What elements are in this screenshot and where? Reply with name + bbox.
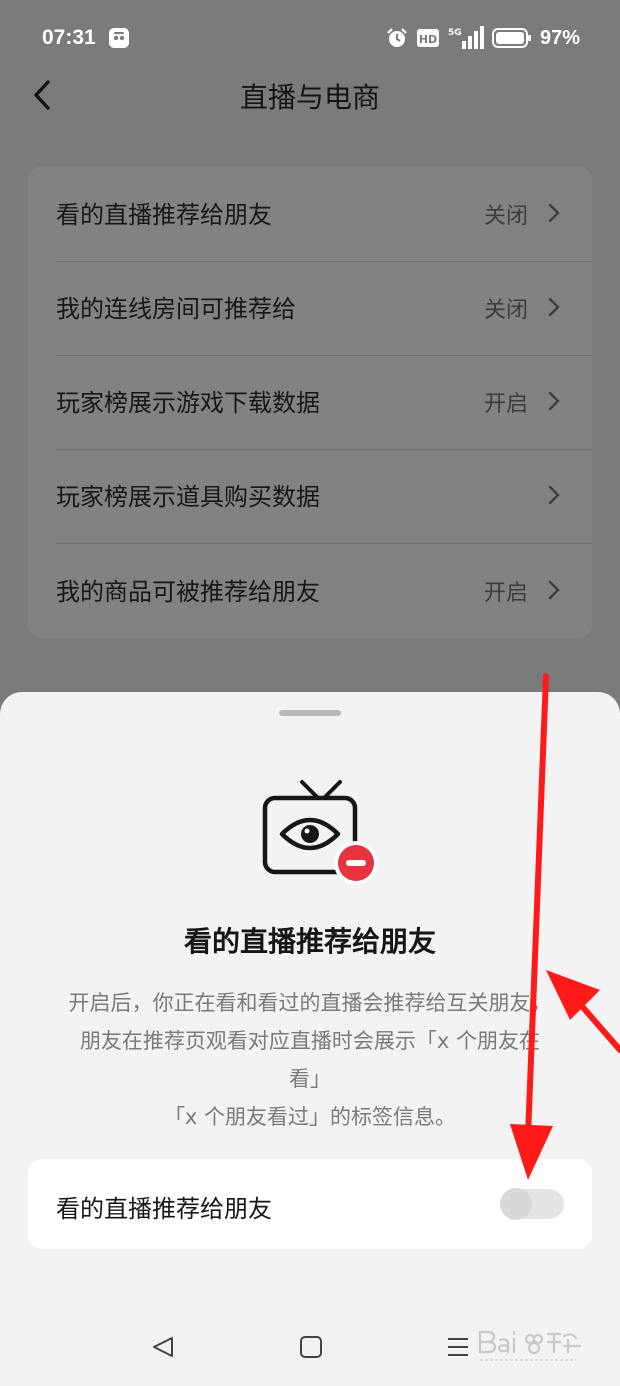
setting-row-watch-live-recommend[interactable]: 看的直播推荐给朋友 关闭 (28, 167, 592, 261)
setting-row-linked-room[interactable]: 我的连线房间可推荐给 关闭 (28, 261, 592, 355)
setting-row-game-download-data[interactable]: 玩家榜展示游戏下载数据 开启 (28, 355, 592, 449)
description-line: 看」 (289, 1067, 331, 1091)
sheet-title: 看的直播推荐给朋友 (183, 925, 436, 958)
toggle-label: 看的直播推荐给朋友 (56, 1195, 272, 1223)
battery-icon (491, 28, 531, 48)
tv-eye-minus-icon (262, 780, 378, 885)
setting-value: 关闭 (483, 298, 528, 323)
hd-label: HD (419, 33, 437, 46)
chevron-right-icon (548, 580, 560, 600)
status-icons: HD 5G 97% (386, 24, 580, 52)
setting-value: 开启 (483, 581, 528, 606)
nav-home-icon[interactable] (299, 1335, 323, 1359)
toggle-card: 看的直播推荐给朋友 (28, 1159, 592, 1249)
bottom-sheet: 看的直播推荐给朋友 开启后，你正在看和看过的直播会推荐给互关朋友， 朋友在推荐页… (0, 692, 620, 1386)
app-notification-icon (109, 28, 129, 48)
chevron-right-icon (548, 485, 560, 505)
setting-value: 开启 (483, 392, 528, 417)
page-title: 直播与电商 (239, 81, 380, 114)
setting-label: 玩家榜展示道具购买数据 (56, 483, 320, 511)
setting-row-item-purchase-data[interactable]: 玩家榜展示道具购买数据 (28, 449, 592, 543)
baidu-jingyan-watermark (478, 1330, 582, 1361)
setting-label: 我的商品可被推荐给朋友 (56, 578, 320, 606)
battery-percent: 97% (539, 26, 580, 49)
nav-back-icon[interactable] (150, 1335, 176, 1359)
chevron-right-icon (548, 203, 560, 223)
nav-menu-icon[interactable] (446, 1336, 470, 1358)
alarm-icon (387, 28, 407, 47)
signal-icon: 5G (448, 26, 484, 49)
status-time: 07:31 (42, 26, 96, 49)
setting-value: 关闭 (483, 204, 528, 229)
description-line: 朋友在推荐页观看对应直播时会展示「x 个朋友在 (79, 1029, 541, 1053)
status-bar: 07:31 HD 5G 97% (0, 0, 620, 76)
setting-label: 玩家榜展示游戏下载数据 (56, 389, 320, 417)
sheet-description: 开启后，你正在看和看过的直播会推荐给互关朋友， 朋友在推荐页观看对应直播时会展示… (20, 984, 600, 1136)
network-label: 5G (448, 28, 462, 38)
recommend-live-toggle[interactable] (500, 1188, 564, 1220)
hd-icon: HD (416, 29, 439, 47)
description-line: 开启后，你正在看和看过的直播会推荐给互关朋友， (68, 991, 552, 1015)
setting-row-products-recommend[interactable]: 我的商品可被推荐给朋友 开启 (28, 544, 592, 638)
drag-handle[interactable] (279, 710, 341, 716)
toggle-knob (500, 1188, 532, 1220)
chevron-right-icon (548, 391, 560, 411)
chevron-right-icon (548, 297, 560, 317)
description-line: 「x 个朋友看过」的标签信息。 (163, 1105, 457, 1129)
setting-label: 看的直播推荐给朋友 (56, 201, 272, 229)
setting-label: 我的连线房间可推荐给 (56, 295, 296, 323)
